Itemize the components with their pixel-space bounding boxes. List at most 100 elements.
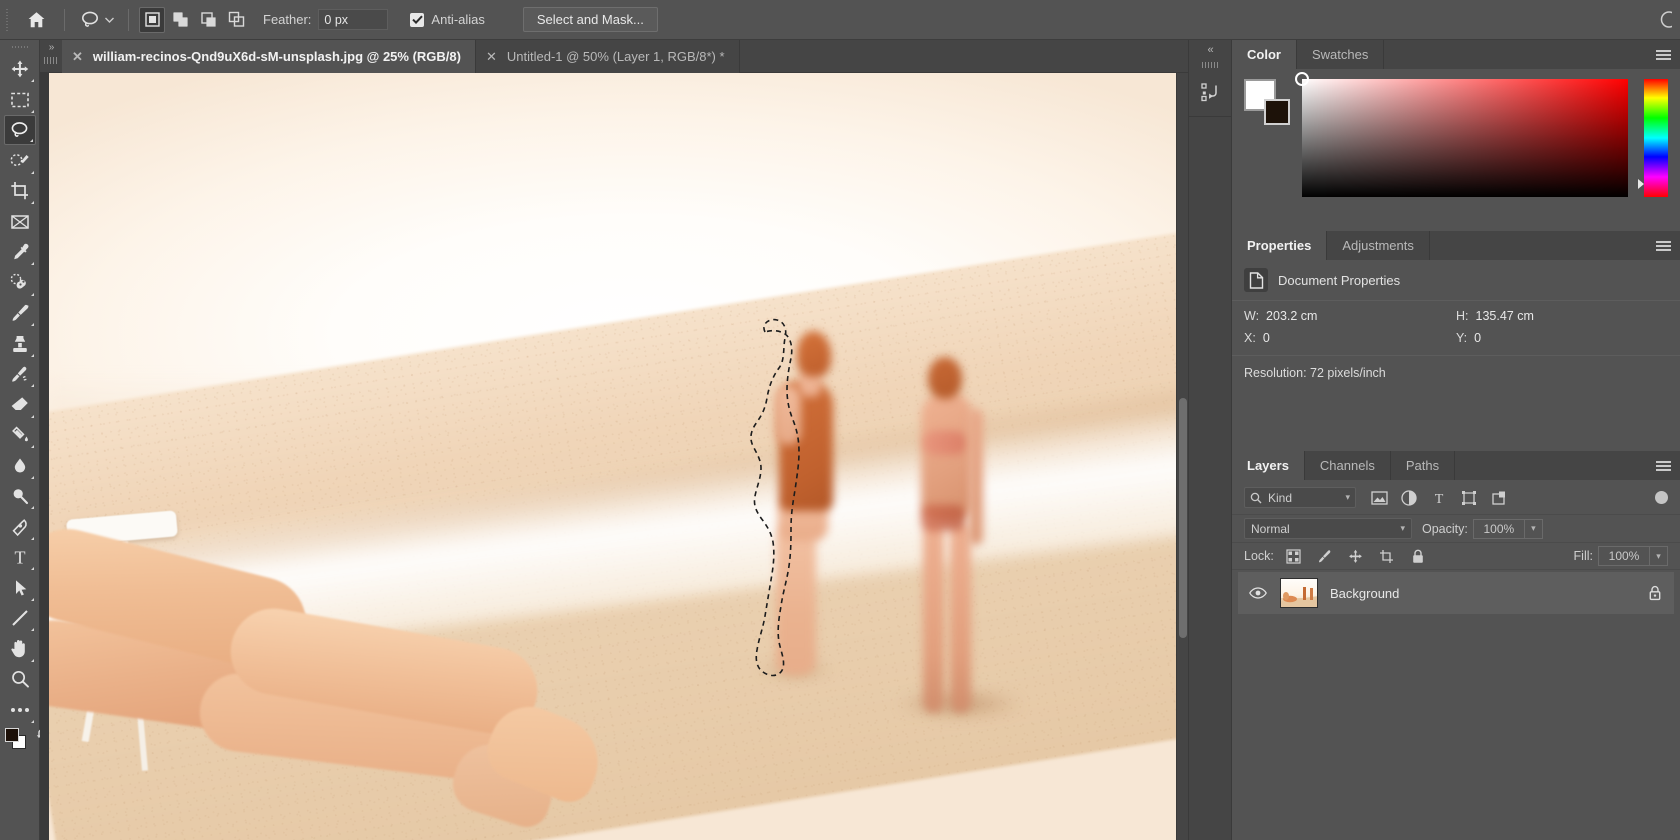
lock-all[interactable] [1409,547,1427,565]
spot-healing-brush-tool[interactable] [4,268,36,298]
x-value[interactable]: 0 [1263,331,1270,345]
filter-shape-layers[interactable] [1460,489,1478,507]
history-brush-icon [9,364,30,385]
clone-stamp-tool[interactable] [4,329,36,359]
chevron-down-icon: ▾ [1400,523,1405,534]
new-selection-button[interactable] [139,7,165,33]
zoom-tool[interactable] [4,664,36,694]
close-icon[interactable]: ✕ [486,50,497,63]
eraser-tool[interactable] [4,390,36,420]
frame-tool[interactable] [4,207,36,237]
type-tool[interactable]: T [4,542,36,572]
add-to-selection-button[interactable] [167,7,193,33]
options-bar: Feather: Anti-alias Select and Mask... [0,0,1680,40]
history-brush-tool[interactable] [4,359,36,389]
lock-image-pixels[interactable] [1316,547,1334,565]
tab-adjustments[interactable]: Adjustments [1327,231,1430,260]
hue-slider[interactable] [1644,79,1668,197]
dodge-tool[interactable] [4,481,36,511]
rectangular-marquee-tool[interactable] [4,85,36,115]
dock-collapse-button[interactable]: « [1189,40,1231,60]
home-button[interactable] [14,0,58,40]
feather-input[interactable] [318,9,388,30]
lock-transparent-pixels[interactable] [1285,547,1303,565]
document-tab-1[interactable]: ✕ Untitled-1 @ 50% (Layer 1, RGB/8*) * [476,40,740,73]
eyedropper-tool[interactable] [4,237,36,267]
subtract-from-selection-button[interactable] [195,7,221,33]
path-selection-tool[interactable] [4,573,36,603]
color-picker-handle[interactable] [1295,72,1309,86]
height-value[interactable]: 135.47 cm [1476,309,1534,323]
color-picker-field[interactable] [1302,79,1628,197]
foreground-background-colors[interactable] [3,727,37,753]
tab-layers[interactable]: Layers [1232,451,1305,480]
filter-type-layers[interactable]: T [1430,489,1448,507]
y-value[interactable]: 0 [1474,331,1481,345]
filter-pixel-layers[interactable] [1370,489,1388,507]
brush-tool[interactable] [4,298,36,328]
canvas-area[interactable] [40,73,1188,840]
tab-properties[interactable]: Properties [1232,231,1327,260]
close-icon[interactable]: ✕ [72,50,83,63]
opacity-value[interactable]: 100% [1473,519,1525,539]
tool-preset-picker[interactable] [71,9,122,31]
gradient-tool[interactable] [4,420,36,450]
fill-value[interactable]: 100% [1598,546,1650,566]
layer-name: Background [1330,586,1634,601]
document-image[interactable] [49,73,1176,840]
lock-artboard-nesting[interactable] [1378,547,1396,565]
opacity-stepper-chevron-icon[interactable]: ▾ [1525,519,1543,539]
move-tool[interactable] [4,54,36,84]
document-properties-header: Document Properties [1232,260,1680,300]
edit-toolbar-button[interactable] [4,695,36,725]
pen-tool[interactable] [4,512,36,542]
workspace-switcher-icon[interactable] [1650,7,1676,33]
artboard-icon [1379,549,1394,564]
hand-tool[interactable] [4,634,36,664]
line-tool[interactable] [4,603,36,633]
tab-channels[interactable]: Channels [1305,451,1391,480]
crop-tool[interactable] [4,176,36,206]
layer-visibility-toggle[interactable] [1248,587,1268,599]
properties-panel-menu-button[interactable] [1646,231,1680,260]
filter-adjustment-layers[interactable] [1400,489,1418,507]
foreground-color-swatch[interactable] [5,728,19,742]
background-color-swatch[interactable] [1264,99,1290,125]
canvas-vertical-scrollbar[interactable] [1176,73,1188,840]
blur-tool[interactable] [4,451,36,481]
history-panel-icon[interactable] [1189,70,1233,114]
feather-label: Feather: [263,12,311,27]
chevron-double-right-icon: » [49,42,54,53]
history-icon [1200,81,1222,103]
tab-swatches[interactable]: Swatches [1297,40,1384,69]
layers-panel-menu-button[interactable] [1646,451,1680,480]
scrollbar-thumb[interactable] [1179,398,1187,638]
select-and-mask-button[interactable]: Select and Mask... [523,7,658,32]
tab-bar-collapse[interactable]: » [40,40,62,72]
color-panel-menu-button[interactable] [1646,40,1680,69]
right-panel-dock: Color Swatches [1232,40,1680,840]
filter-kind-select[interactable]: Kind ▾ [1244,487,1356,508]
tab-color[interactable]: Color [1232,40,1297,69]
layer-lock-indicator[interactable] [1646,585,1664,601]
toolbar-grip[interactable] [12,42,28,52]
intersect-selection-button[interactable] [223,7,249,33]
lock-position[interactable] [1347,547,1365,565]
filter-enable-toggle[interactable] [1655,491,1668,504]
lock-buttons [1285,547,1427,565]
object-selection-tool[interactable] [4,146,36,176]
checkbox-checked-icon [410,13,424,27]
hand-icon [9,638,30,659]
blend-mode-select[interactable]: Normal ▾ [1244,518,1412,539]
anti-alias-checkbox[interactable]: Anti-alias [410,12,484,27]
table-row[interactable]: Background [1238,572,1674,614]
fill-stepper-chevron-icon[interactable]: ▾ [1650,546,1668,566]
properties-row-position: X: 0 Y: 0 [1232,323,1680,345]
lasso-tool[interactable] [4,115,36,145]
document-tab-0[interactable]: ✕ william-recinos-Qnd9uX6d-sM-unsplash.j… [62,40,476,73]
tab-paths[interactable]: Paths [1391,451,1455,480]
dock-grip[interactable] [1189,60,1231,70]
options-bar-grip[interactable] [0,0,14,40]
width-value[interactable]: 203.2 cm [1266,309,1317,323]
filter-smart-objects[interactable] [1490,489,1508,507]
